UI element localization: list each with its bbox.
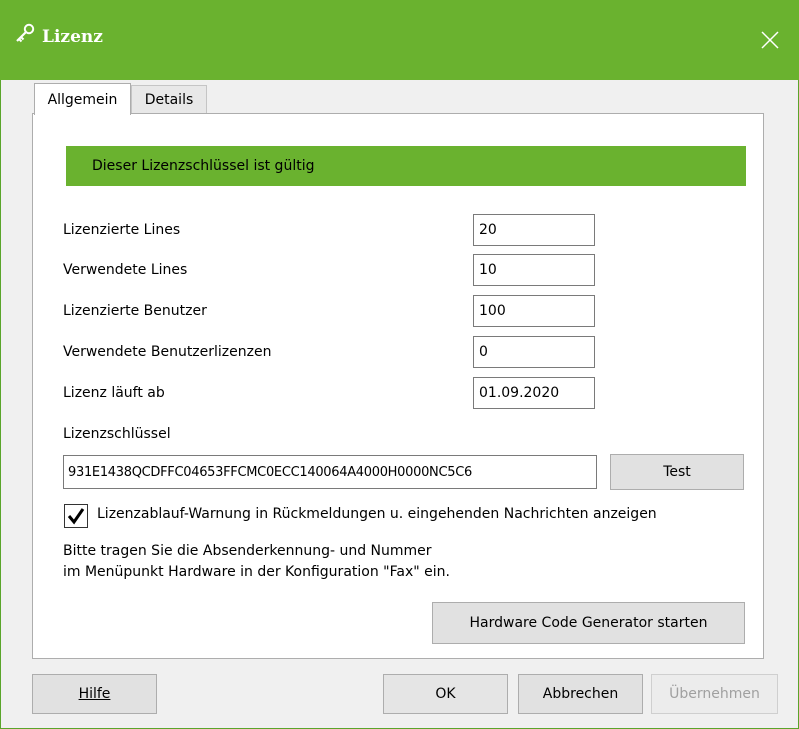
key-icon xyxy=(14,22,36,44)
used-user-licenses-label: Verwendete Benutzerlizenzen xyxy=(63,344,272,360)
license-expiry-field[interactable]: 01.09.2020 xyxy=(473,377,595,409)
ok-button[interactable]: OK xyxy=(383,674,508,714)
tab-allgemein[interactable]: Allgemein xyxy=(34,83,131,115)
apply-button[interactable]: Übernehmen xyxy=(651,674,778,714)
checkmark-icon xyxy=(67,508,85,525)
test-button[interactable]: Test xyxy=(610,454,744,490)
license-key-label: Lizenzschlüssel xyxy=(63,426,171,442)
expiry-warning-label: Lizenzablauf-Warnung in Rückmeldungen u.… xyxy=(97,506,657,522)
used-user-licenses-field[interactable]: 0 xyxy=(473,336,595,368)
license-expiry-label: Lizenz läuft ab xyxy=(63,385,165,401)
license-status-banner: Dieser Lizenzschlüssel ist gültig xyxy=(66,146,746,186)
licensed-users-label: Lizenzierte Benutzer xyxy=(63,303,207,319)
used-lines-label: Verwendete Lines xyxy=(63,262,188,278)
licensed-users-field[interactable]: 100 xyxy=(473,295,595,327)
window-title: Lizenz xyxy=(42,27,103,47)
license-status-text: Dieser Lizenzschlüssel ist gültig xyxy=(92,158,315,174)
close-button[interactable] xyxy=(741,0,799,80)
licensed-lines-field[interactable]: 20 xyxy=(473,214,595,246)
license-key-field[interactable]: 931E1438QCDFFC04653FFCMC0ECC140064A4000H… xyxy=(63,455,597,489)
help-button[interactable]: Hilfe xyxy=(32,674,157,714)
used-lines-field[interactable]: 10 xyxy=(473,254,595,286)
title-bar: Lizenz xyxy=(0,0,799,80)
close-icon xyxy=(761,31,779,49)
expiry-warning-checkbox[interactable] xyxy=(64,504,88,528)
ok-button-label: OK xyxy=(435,686,456,702)
licensed-lines-label: Lizenzierte Lines xyxy=(63,222,181,238)
info-text-line-1: Bitte tragen Sie die Absenderkennung- un… xyxy=(63,543,432,559)
hardware-code-generator-button[interactable]: Hardware Code Generator starten xyxy=(432,602,745,644)
tab-details[interactable]: Details xyxy=(131,85,207,114)
info-text-line-2: im Menüpunkt Hardware in der Konfigurati… xyxy=(63,564,450,580)
apply-button-label: Übernehmen xyxy=(669,686,760,702)
cancel-button-label: Abbrechen xyxy=(542,686,619,702)
help-button-label: Hilfe xyxy=(78,686,111,702)
cancel-button[interactable]: Abbrechen xyxy=(518,674,643,714)
